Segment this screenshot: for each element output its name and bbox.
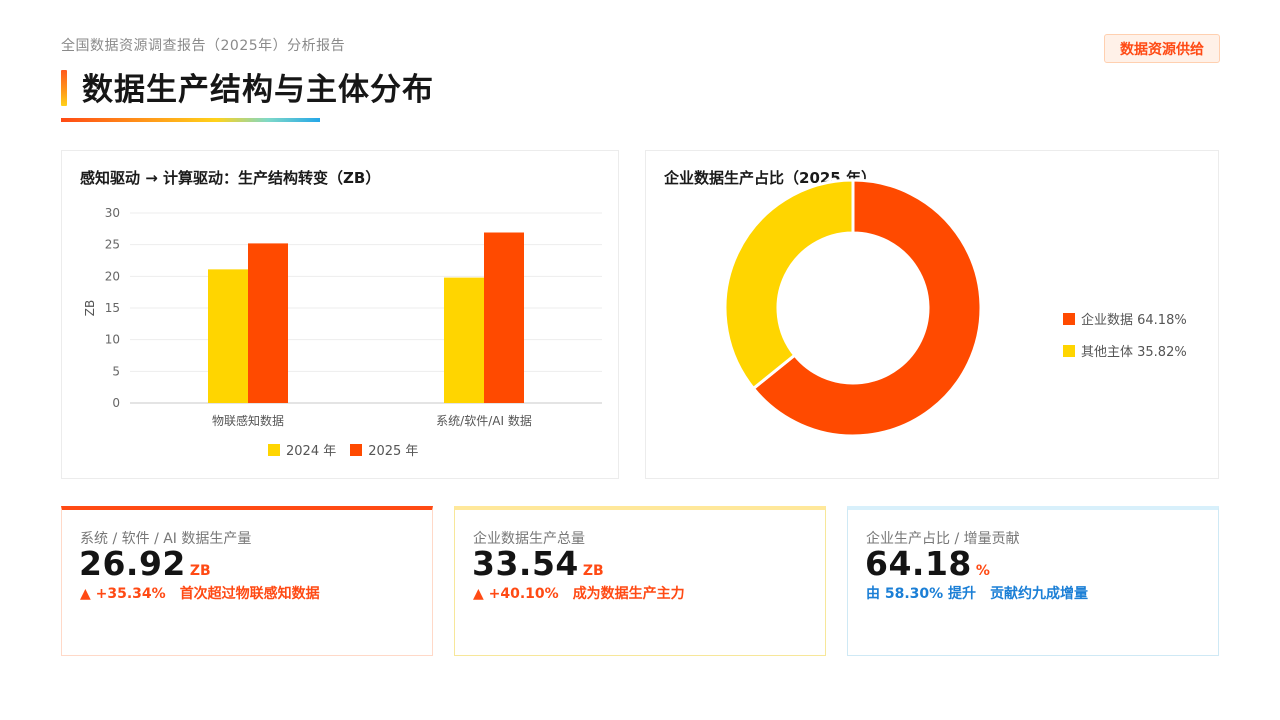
title-accent-bar <box>61 70 67 106</box>
kpi-card-enterprise-total: 企业数据生产总量 33.54 ZB ▲ +40.10% 成为数据生产主力 <box>454 506 832 662</box>
y-tick-label: 0 <box>112 396 120 410</box>
bar-2025-1 <box>484 232 524 403</box>
kpi-value-group: 64.18 % <box>865 544 990 583</box>
bar-chart-panel: 感知驱动 → 计算驱动：生产结构转变（ZB） 0 5 10 15 20 25 30 ZB 物联感… <box>61 150 625 485</box>
y-tick-label: 15 <box>105 301 120 315</box>
donut-legend-item-others: 其他主体 35.82% <box>1063 341 1187 360</box>
bar-2024-0 <box>208 269 248 403</box>
kpi-change: ▲ +40.10% <box>473 586 559 602</box>
y-tick-label: 5 <box>112 364 120 378</box>
y-axis-label: ZB <box>83 300 97 316</box>
kpi-unit: ZB <box>189 563 211 579</box>
legend-label-enterprise: 企业数据 64.18% <box>1081 313 1187 328</box>
x-tick-label: 物联感知数据 <box>212 413 284 428</box>
kpi-note: 由 58.30% 提升 贡献约九成增量 <box>866 583 1088 603</box>
kpi-note-text: 首次超过物联感知数据 <box>179 586 320 602</box>
y-tick-label: 25 <box>105 238 120 252</box>
bar-2024-1 <box>444 277 484 403</box>
legend-swatch-2024 <box>268 443 280 456</box>
kpi-unit: % <box>975 563 990 579</box>
section-badge: 数据资源供给 <box>1104 34 1220 63</box>
x-tick-label: 系统/软件/AI 数据 <box>436 413 532 428</box>
kpi-note: ▲ +35.34% 首次超过物联感知数据 <box>80 583 320 603</box>
kpi-change: ▲ +35.34% <box>80 586 166 602</box>
kpi-card-system-data: 系统 / 软件 / AI 数据生产量 26.92 ZB ▲ +35.34% 首次超… <box>61 506 439 662</box>
header-subtitle: 全国数据资源调查报告（2025年）分析报告 <box>61 38 346 54</box>
kpi-value: 26.92 <box>79 544 186 583</box>
kpi-note-text: 成为数据生产主力 <box>572 586 685 602</box>
kpi-unit: ZB <box>582 563 604 579</box>
legend-label-2024: 2024 年 <box>286 444 337 459</box>
donut-slice-others <box>723 178 855 391</box>
kpi-value-group: 33.54 ZB <box>472 544 604 583</box>
kpi-card-enterprise-share: 企业生产占比 / 增量贡献 64.18 % 由 58.30% 提升 贡献约九成增量 <box>847 506 1225 662</box>
legend-label-2025: 2025 年 <box>368 444 419 459</box>
legend-swatch-2025 <box>350 443 363 456</box>
bar-chart: 0 5 10 15 20 25 30 ZB 物联感知数据 系统/软件/AI 数据 <box>83 206 602 428</box>
y-tick-label: 30 <box>105 206 120 220</box>
kpi-note-text: 贡献约九成增量 <box>990 586 1089 602</box>
kpi-value: 64.18 <box>865 544 972 583</box>
legend-swatch-enterprise <box>1063 312 1075 325</box>
bar-2025-0 <box>248 243 288 403</box>
y-tick-label: 10 <box>105 333 120 347</box>
legend-swatch-others <box>1063 344 1075 357</box>
kpi-change: 由 58.30% 提升 <box>866 586 977 602</box>
donut-chart-panel: 企业数据生产占比（2025 年） 企业数据 64.18% 其他主体 35.82% <box>645 150 1225 485</box>
legend-label-others: 其他主体 35.82% <box>1081 345 1187 360</box>
kpi-value: 33.54 <box>472 544 579 583</box>
bar-legend: 2024 年 2025 年 <box>268 440 418 459</box>
kpi-note: ▲ +40.10% 成为数据生产主力 <box>473 583 685 603</box>
title-underline <box>61 118 320 122</box>
y-tick-label: 20 <box>105 269 120 283</box>
page-title: 数据生产结构与主体分布 <box>82 72 434 108</box>
donut-legend-item-enterprise: 企业数据 64.18% <box>1063 309 1187 328</box>
kpi-value-group: 26.92 ZB <box>79 544 211 583</box>
